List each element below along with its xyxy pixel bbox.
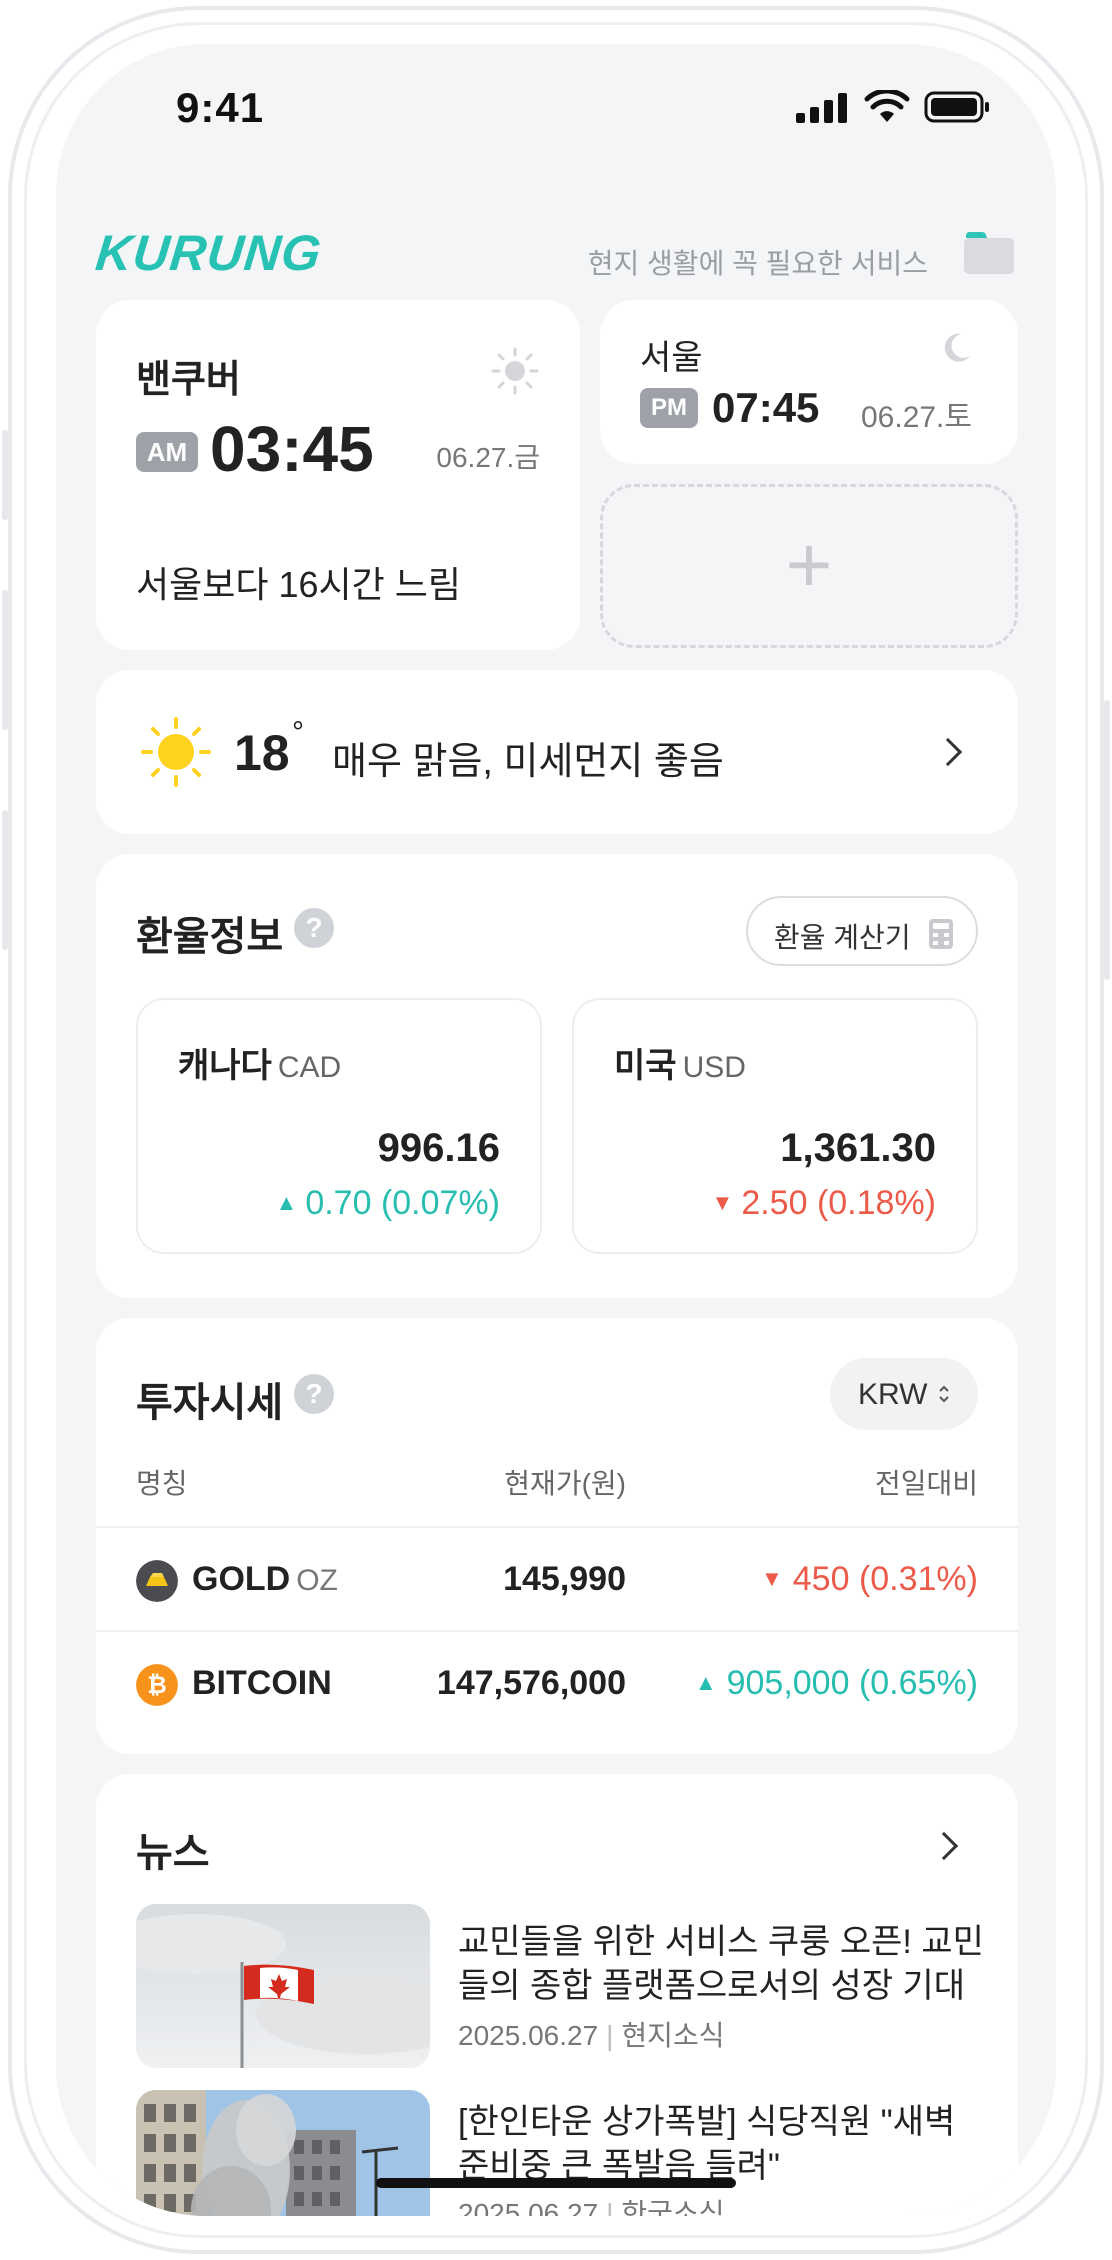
gold-icon xyxy=(136,1560,178,1602)
remote-date: 06.27.토 xyxy=(860,401,972,434)
help-icon[interactable]: ? xyxy=(294,1374,334,1414)
remote-ampm-badge: PM xyxy=(640,388,698,428)
local-clock-card[interactable]: 밴쿠버 AM 03:45 06.27.금 서울보다 16시간 느림 xyxy=(96,300,580,650)
building-smoke-photo xyxy=(136,2090,430,2216)
news-thumbnail xyxy=(136,1904,430,2068)
exchange-rate-card: 환율정보 ? 환율 계산기 캐나다 CAD 996.16 ▲ 0.70 (0.07%… xyxy=(96,854,1018,1298)
rate-country: 캐나다 CAD xyxy=(178,1047,342,1085)
rate-value: 1,361.30 xyxy=(780,1126,936,1170)
weather-degree: ° xyxy=(292,716,304,749)
invest-title: 투자시세 xyxy=(136,1381,284,1425)
remote-time: 07:45 xyxy=(712,384,820,431)
sunny-weather-icon xyxy=(141,717,211,787)
rate-country: 미국 USD xyxy=(614,1047,746,1085)
calculator-icon xyxy=(929,919,953,949)
local-city-name: 밴쿠버 xyxy=(136,359,241,401)
chevron-right-icon xyxy=(933,737,963,767)
wifi-icon xyxy=(864,90,910,122)
rate-code: USD xyxy=(682,1051,746,1084)
news-thumbnail xyxy=(136,2090,430,2216)
currency-selector[interactable]: KRW xyxy=(830,1358,978,1430)
up-arrow-icon: ▲ xyxy=(694,1670,717,1695)
rate-box-cad[interactable]: 캐나다 CAD 996.16 ▲ 0.70 (0.07%) xyxy=(136,998,542,1254)
rate-code: CAD xyxy=(277,1051,342,1084)
side-button xyxy=(2,590,8,730)
column-header-price: 현재가(원) xyxy=(504,1468,626,1499)
weather-temperature: 18 xyxy=(234,725,290,781)
plus-icon: + xyxy=(785,520,833,609)
local-time: 03:45 xyxy=(210,413,374,485)
battery-icon xyxy=(924,91,989,123)
asset-change: ▼ 450 (0.31%) xyxy=(760,1560,978,1598)
down-arrow-icon: ▼ xyxy=(711,1190,734,1215)
asset-name: BITCOIN xyxy=(192,1664,332,1702)
exchange-calculator-button[interactable]: 환율 계산기 xyxy=(746,896,978,966)
news-category: 현지소식 xyxy=(621,2020,725,2051)
investment-card: 투자시세 ? KRW 명칭 현재가(원) 전일대비 GOLD OZ 145,990… xyxy=(96,1318,1018,1754)
canada-flag-photo xyxy=(136,1904,430,2068)
sun-icon xyxy=(491,347,539,395)
side-button xyxy=(2,430,8,520)
asset-unit: OZ xyxy=(296,1564,338,1597)
news-date: 2025.06.27 xyxy=(458,2198,599,2216)
folder-icon[interactable] xyxy=(962,230,1016,276)
exchange-title: 환율정보 xyxy=(136,915,284,959)
currency-label: KRW xyxy=(858,1378,928,1411)
header-tagline: 현지 생활에 꼭 필요한 서비스 xyxy=(587,248,928,279)
side-button xyxy=(1104,700,1110,980)
asset-price: 145,990 xyxy=(503,1560,626,1598)
column-header-name: 명칭 xyxy=(136,1468,188,1499)
divider xyxy=(96,1630,1018,1632)
local-ampm-badge: AM xyxy=(136,432,198,472)
bitcoin-icon: ₿ xyxy=(136,1664,178,1706)
help-icon[interactable]: ? xyxy=(294,908,334,948)
asset-change: ▲ 905,000 (0.65%) xyxy=(694,1664,978,1702)
weather-card[interactable]: 18 ° 매우 맑음, 미세먼지 좋음 xyxy=(96,670,1018,834)
news-category: 한국소식 xyxy=(621,2198,725,2216)
remote-city-name: 서울 xyxy=(640,339,703,377)
rate-box-usd[interactable]: 미국 USD 1,361.30 ▼ 2.50 (0.18%) xyxy=(572,998,978,1254)
rate-change: ▲ 0.70 (0.07%) xyxy=(275,1184,500,1222)
sort-updown-icon xyxy=(939,1385,949,1403)
status-time: 9:41 xyxy=(176,84,265,131)
news-title: 뉴스 xyxy=(136,1831,210,1875)
status-bar: 9:41 xyxy=(56,44,1056,184)
moon-icon xyxy=(944,333,970,362)
news-meta: 2025.06.27 | 한국소식 xyxy=(458,2192,724,2216)
news-meta: 2025.06.27 | 현지소식 xyxy=(458,2020,725,2051)
kurung-logo[interactable]: KURUNG xyxy=(93,224,325,282)
home-indicator[interactable] xyxy=(376,2178,736,2188)
app-screen: 9:41 KURUNG 현지 생활에 꼭 필요한 서비스 밴쿠버 AM 03:4… xyxy=(56,44,1056,2216)
news-headline: 교민들을 위한 서비스 쿠룽 오픈! 교민들의 종합 플랫폼으로서의 성장 기대 xyxy=(458,1923,984,2005)
news-card: 뉴스 교민들을 위한 서비스 쿠룽 오픈! 교민들의 종합 플랫폼으로서의 성장… xyxy=(96,1774,1018,2216)
side-button xyxy=(2,810,8,950)
app-header: KURUNG 현지 생활에 꼭 필요한 서비스 xyxy=(93,216,1016,288)
signal-icon xyxy=(796,93,847,123)
divider xyxy=(96,1526,1018,1528)
chevron-right-icon[interactable] xyxy=(929,1831,959,1861)
local-date: 06.27.금 xyxy=(436,442,540,473)
asset-name: GOLD OZ xyxy=(192,1560,338,1598)
up-arrow-icon: ▲ xyxy=(275,1190,298,1215)
column-header-change: 전일대비 xyxy=(874,1468,978,1499)
remote-clock-card[interactable]: 서울 PM 07:45 06.27.토 xyxy=(600,300,1018,464)
rate-value: 996.16 xyxy=(377,1126,500,1170)
down-arrow-icon: ▼ xyxy=(760,1566,783,1591)
svg-text:₿: ₿ xyxy=(147,1671,167,1699)
status-icons xyxy=(796,90,990,124)
weather-description: 매우 맑음, 미세먼지 좋음 xyxy=(332,741,724,783)
calculator-label: 환율 계산기 xyxy=(774,922,911,953)
time-difference: 서울보다 16시간 느림 xyxy=(136,564,462,605)
add-clock-button[interactable]: + xyxy=(600,484,1018,648)
asset-price: 147,576,000 xyxy=(436,1664,626,1702)
news-date: 2025.06.27 xyxy=(458,2020,599,2051)
rate-change: ▼ 2.50 (0.18%) xyxy=(711,1184,936,1222)
news-headline: [한인타운 상가폭발] 식당직원 "새벽 준비중 큰 폭발음 들려" xyxy=(458,2103,956,2185)
